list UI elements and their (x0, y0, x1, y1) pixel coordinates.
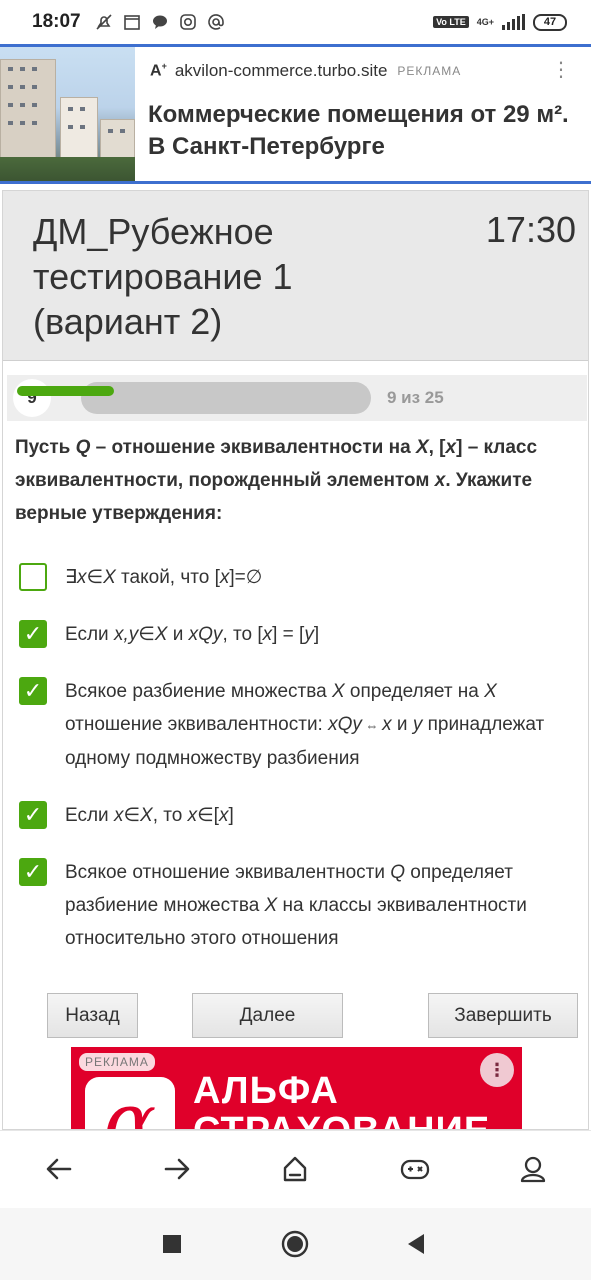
recents-square-icon[interactable] (156, 1228, 188, 1260)
quiz-navigation: Назад Далее Завершить (3, 993, 588, 1041)
ad-label: РЕКЛАМА (79, 1053, 155, 1071)
battery-indicator: 47 (533, 13, 567, 31)
top-ad-banner[interactable]: A+ akvilon-commerce.turbo.site РЕКЛАМА ⋮… (0, 44, 591, 184)
next-button[interactable]: Далее (192, 993, 343, 1038)
quiz-header: ДМ_Рубежное тестирование 1 (вариант 2) 1… (3, 191, 588, 361)
quiz-timer: 17:30 (485, 209, 576, 250)
option-label: Всякое отношение эквивалентности Q опред… (65, 862, 527, 949)
progress-row: 9 9 из 25 (7, 375, 587, 421)
home-circle-icon[interactable] (279, 1228, 311, 1260)
ad-more-icon[interactable]: ⋮ (551, 60, 571, 80)
ad-domain: akvilon-commerce.turbo.site (174, 61, 388, 80)
ad-headline[interactable]: Коммерческие помещения от 29 м². В Санкт… (148, 99, 584, 163)
ad-brand-text: АЛЬФА СТРАХОВАНИЕ (193, 1070, 489, 1129)
signal-icon (502, 14, 525, 30)
status-time: 18:07 (32, 11, 81, 32)
alfa-logo-icon: α (85, 1077, 175, 1129)
answer-option[interactable]: ∃x∈X такой, что [x]=∅ (19, 561, 579, 594)
back-arrow-icon[interactable] (39, 1149, 79, 1189)
calendar-icon (123, 13, 141, 31)
finish-button[interactable]: Завершить (428, 993, 578, 1038)
bottom-ad-banner[interactable]: РЕКЛАМА α АЛЬФА СТРАХОВАНИЕ ⋮ (71, 1047, 522, 1129)
ad-more-icon[interactable]: ⋮ (480, 1053, 514, 1087)
checkbox[interactable] (19, 563, 47, 591)
answer-option[interactable]: ✓ Всякое разбиение множества X определяе… (19, 675, 579, 775)
forward-arrow-icon[interactable] (157, 1149, 197, 1189)
progress-bar-fill (17, 386, 114, 396)
answer-options: ∃x∈X такой, что [x]=∅ ✓ Если x,y∈X и xQy… (19, 561, 579, 979)
ad-building-image (0, 47, 135, 181)
browser-toolbar (0, 1130, 591, 1208)
instagram-icon (179, 13, 197, 31)
option-label: Если x∈X, то x∈[x] (65, 805, 234, 826)
option-label: Если x,y∈X и xQy, то [x] = [y] (65, 624, 320, 645)
mute-icon (95, 13, 113, 31)
answer-option[interactable]: ✓ Если x∈X, то x∈[x] (19, 799, 579, 832)
chat-icon (151, 13, 169, 31)
status-right: Vo LTE 4G+ 47 (433, 13, 567, 31)
option-label: Всякое разбиение множества X определяет … (65, 681, 545, 769)
quiz-title: ДМ_Рубежное тестирование 1 (вариант 2) (33, 211, 293, 342)
ad-label: РЕКЛАМА (397, 64, 462, 78)
checkbox[interactable]: ✓ (19, 620, 47, 648)
checkbox[interactable]: ✓ (19, 677, 47, 705)
home-icon[interactable] (275, 1149, 315, 1189)
checkbox[interactable]: ✓ (19, 801, 47, 829)
answer-option[interactable]: ✓ Если x,y∈X и xQy, то [x] = [y] (19, 618, 579, 651)
progress-text: 9 из 25 (387, 388, 444, 407)
at-sign-icon (207, 13, 225, 31)
ad-source: A+ akvilon-commerce.turbo.site РЕКЛАМА (150, 61, 461, 81)
profile-icon[interactable] (513, 1149, 553, 1189)
translate-a-icon: A+ (150, 61, 167, 80)
question-number: 9 (13, 379, 51, 417)
network-type: 4G+ (476, 16, 494, 27)
back-button[interactable]: Назад (47, 993, 138, 1038)
system-navigation-bar (0, 1208, 591, 1280)
checkbox[interactable]: ✓ (19, 858, 47, 886)
question-text: Пусть Q – отношение эквивалентности на X… (15, 437, 538, 524)
games-icon[interactable] (395, 1149, 435, 1189)
status-bar: 18:07 Vo LTE 4G+ 47 (0, 0, 591, 44)
back-triangle-icon[interactable] (400, 1228, 432, 1260)
notification-icons (95, 13, 225, 31)
volte-badge: Vo LTE (433, 16, 469, 28)
quiz-panel: ДМ_Рубежное тестирование 1 (вариант 2) 1… (2, 190, 589, 1130)
answer-option[interactable]: ✓ Всякое отношение эквивалентности Q опр… (19, 856, 579, 955)
option-label: ∃x∈X такой, что [x]=∅ (65, 567, 263, 588)
progress-bar (81, 382, 371, 414)
